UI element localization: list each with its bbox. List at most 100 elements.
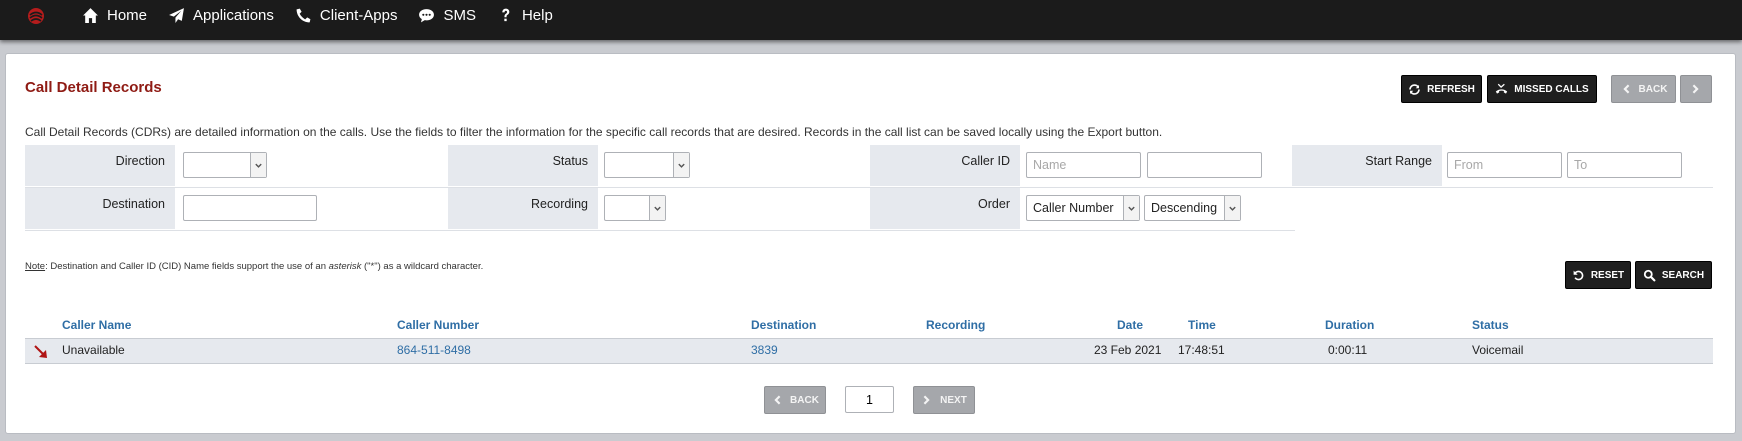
column-header-destination[interactable]: Destination [751,318,816,332]
cdr-panel: Call Detail Records REFRESH MISSED CALLS… [5,53,1736,434]
undo-icon [1573,270,1584,280]
recording-label: Recording [531,197,588,211]
incoming-call-arrow-icon [34,345,47,358]
recording-select[interactable] [604,195,666,221]
start-range-from-input[interactable] [1447,152,1562,178]
nav-applications[interactable]: Applications [168,7,274,24]
column-header-caller-name[interactable]: Caller Name [62,318,131,332]
recording-label-cell: Recording [448,188,598,229]
filter-row-divider [25,187,1713,188]
note-text-2: ("*") as a wildcard character. [361,261,484,272]
reset-label: RESET [1590,269,1625,281]
wildcard-note: Note: Destination and Caller ID (CID) Na… [25,261,483,272]
direction-select[interactable] [183,152,267,178]
note-emphasis: asterisk [328,261,362,272]
missed-call-phone-icon [1496,83,1508,94]
chevron-down-icon [673,153,689,177]
main-nav: Home Applications Client-Apps SMS Help [82,0,574,30]
destination-input[interactable] [183,195,317,221]
cell-duration: 0:00:11 [1328,343,1368,357]
paper-plane-icon [169,7,184,23]
direction-label: Direction [115,154,165,168]
start-range-label-cell: Start Range [1292,145,1442,186]
question-icon [502,8,510,21]
nav-help[interactable]: Help [497,7,553,24]
chevron-down-icon [250,153,266,177]
home-icon [83,7,98,23]
search-button[interactable]: SEARCH [1635,261,1712,289]
nav-client-apps-label: Client-Apps [319,6,398,24]
order-direction-select[interactable]: Descending [1144,195,1241,221]
refresh-button[interactable]: REFRESH [1401,75,1482,103]
order-direction-value: Descending [1151,201,1218,215]
cell-status: Voicemail [1472,343,1524,357]
column-header-time[interactable]: Time [1188,318,1216,332]
header-back-button[interactable]: BACK [1611,75,1676,103]
header-back-label: BACK [1638,83,1668,95]
refresh-icon [1409,83,1420,95]
chevron-down-icon [1123,196,1139,220]
refresh-label: REFRESH [1427,83,1475,95]
missed-calls-label: MISSED CALLS [1514,83,1589,95]
note-prefix: Note [25,261,46,272]
chevron-right-icon [1692,84,1699,94]
direction-label-cell: Direction [25,145,175,186]
order-by-value: Caller Number [1033,201,1114,215]
cell-time: 17:48:51 [1178,343,1225,357]
column-header-date[interactable]: Date [1117,318,1143,332]
pagination-back-button[interactable]: BACK [764,386,826,414]
chevron-right-icon [923,395,930,405]
page-title: Call Detail Records [25,79,162,96]
caller-id-name-input[interactable] [1026,152,1141,178]
nav-home-label: Home [107,6,148,24]
destination-label: Destination [102,197,165,211]
table-row[interactable] [25,338,1713,364]
column-header-status[interactable]: Status [1472,318,1509,332]
nav-sms-label: SMS [443,6,476,24]
status-label: Status [552,154,588,168]
destination-label-cell: Destination [25,188,175,229]
caller-id-label-cell: Caller ID [870,145,1020,186]
chevron-left-icon [774,395,781,405]
filter-bottom-divider [25,230,1295,231]
missed-calls-button[interactable]: MISSED CALLS [1487,75,1597,103]
top-nav-bar: Home Applications Client-Apps SMS Help [0,0,1742,40]
nav-help-label: Help [521,6,553,24]
note-text-1: : Destination and Caller ID (CID) Name f… [45,261,329,272]
nav-home[interactable]: Home [82,7,147,24]
start-range-to-input[interactable] [1567,152,1682,178]
chevron-down-icon [1224,196,1240,220]
cell-caller-number[interactable]: 864-511-8498 [397,343,471,357]
column-header-caller-number[interactable]: Caller Number [397,318,479,332]
status-select[interactable] [604,152,690,178]
page-number-input[interactable] [845,386,894,413]
pagination-back-label: BACK [790,394,819,406]
caller-id-label: Caller ID [961,154,1010,168]
order-label: Order [978,197,1010,211]
nav-client-apps[interactable]: Client-Apps [295,6,398,24]
column-header-duration[interactable]: Duration [1325,318,1374,332]
column-header-recording[interactable]: Recording [926,318,985,332]
caller-id-number-input[interactable] [1147,152,1262,178]
cell-caller-name: Unavailable [62,343,125,357]
order-label-cell: Order [870,188,1020,229]
cell-date: 23 Feb 2021 [1094,343,1162,357]
cell-destination[interactable]: 3839 [751,343,778,357]
nav-applications-label: Applications [193,6,274,24]
reset-button[interactable]: RESET [1565,261,1631,289]
phone-icon [296,8,311,22]
nav-sms[interactable]: SMS [418,7,476,24]
pagination-next-label: NEXT [940,394,967,406]
start-range-label: Start Range [1365,154,1432,168]
chevron-left-icon [1622,84,1629,94]
order-by-select[interactable]: Caller Number [1026,195,1140,221]
header-forward-button[interactable] [1680,75,1712,103]
status-label-cell: Status [448,145,598,186]
search-icon [1643,269,1656,281]
company-logo-icon[interactable] [26,6,46,26]
page-description: Call Detail Records (CDRs) are detailed … [25,125,1163,139]
pagination-next-button[interactable]: NEXT [913,386,975,414]
chevron-down-icon [649,196,665,220]
chat-bubble-icon [419,8,435,22]
search-label: SEARCH [1661,269,1705,281]
